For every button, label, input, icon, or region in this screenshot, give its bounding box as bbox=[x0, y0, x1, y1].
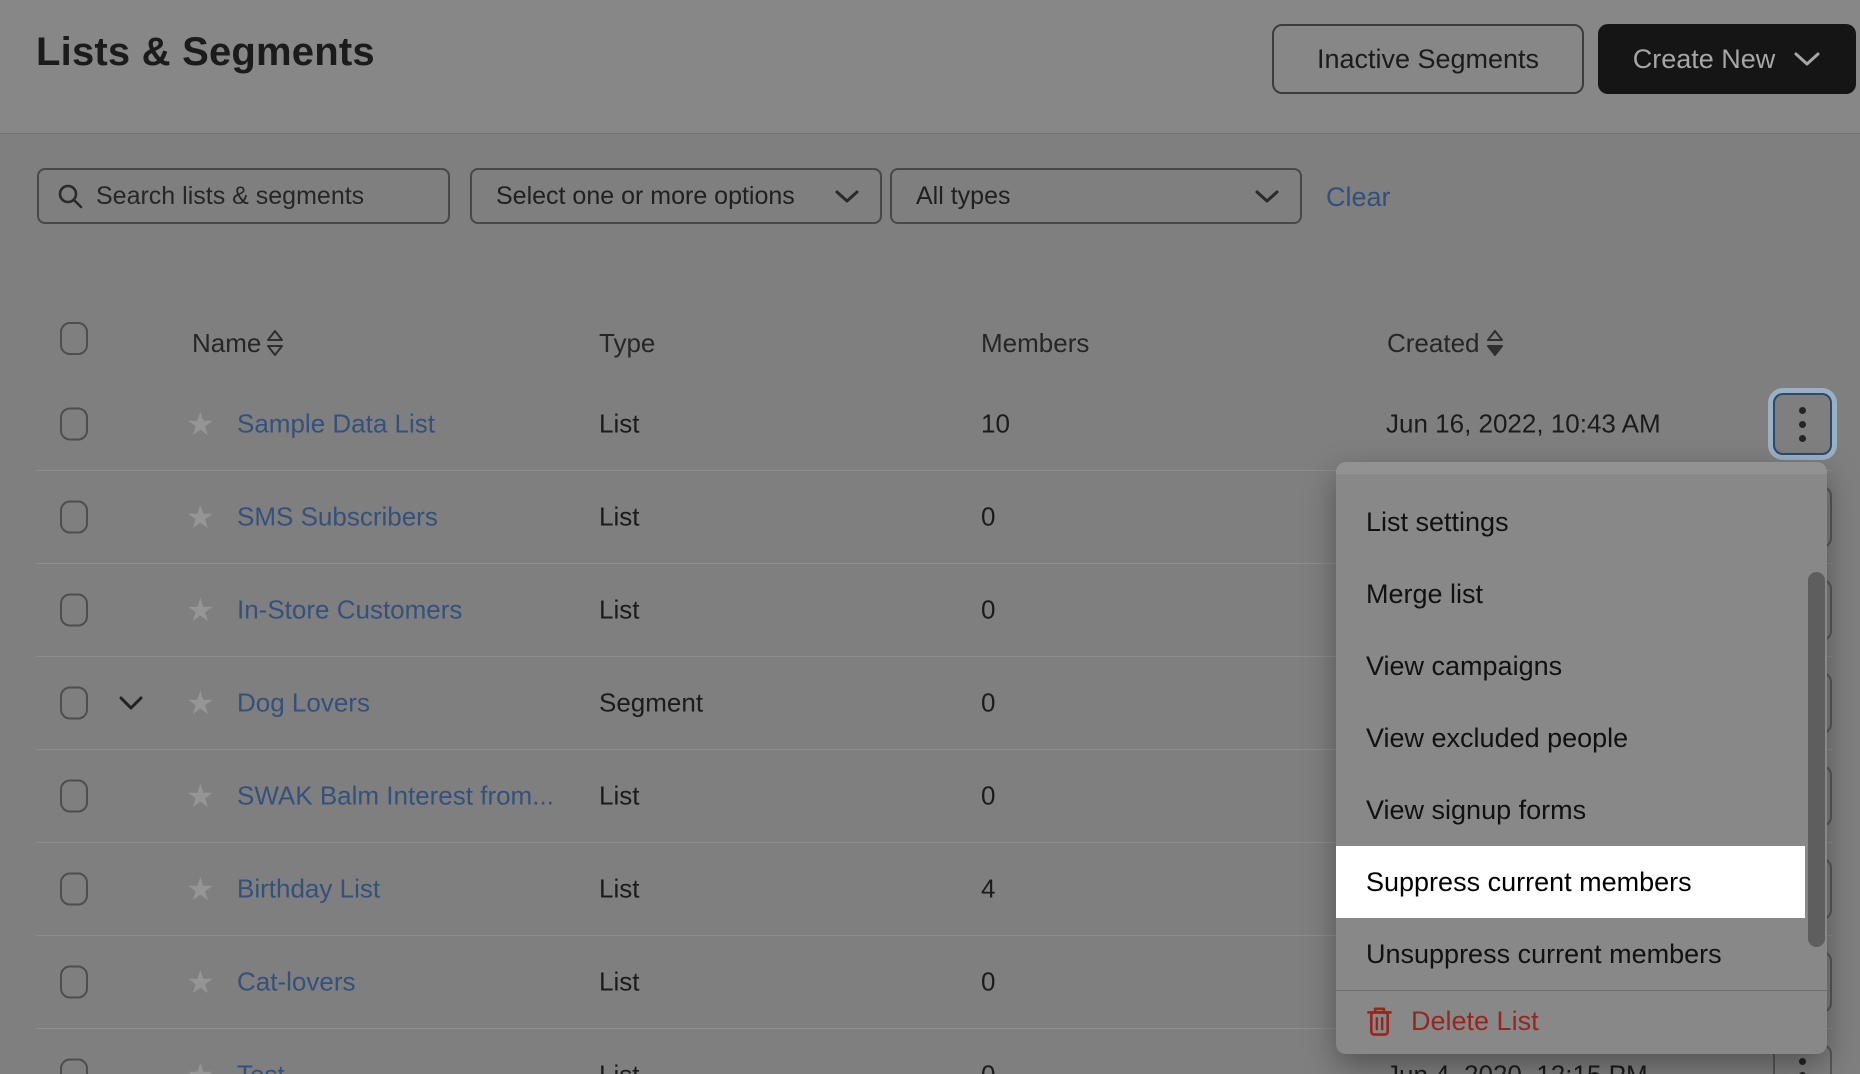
favorite-star-icon[interactable]: ★ bbox=[186, 594, 215, 626]
row-type: List bbox=[599, 502, 639, 533]
row-checkbox[interactable] bbox=[60, 594, 88, 627]
search-icon bbox=[57, 183, 84, 210]
row-members: 0 bbox=[981, 781, 995, 812]
column-header-type: Type bbox=[599, 328, 655, 359]
trash-icon bbox=[1366, 1006, 1393, 1037]
context-menu-item[interactable]: Suppress current members bbox=[1336, 846, 1805, 918]
row-type: List bbox=[599, 1060, 639, 1074]
row-type: List bbox=[599, 595, 639, 626]
column-header-name[interactable]: Name bbox=[192, 328, 261, 359]
favorite-star-icon[interactable]: ★ bbox=[186, 408, 215, 440]
row-name-link[interactable]: Dog Lovers bbox=[237, 688, 370, 719]
chevron-down-icon bbox=[1254, 189, 1280, 204]
favorite-star-icon[interactable]: ★ bbox=[186, 966, 215, 998]
context-menu-item[interactable]: View campaigns bbox=[1336, 630, 1827, 702]
column-header-created[interactable]: Created bbox=[1387, 328, 1480, 359]
row-name-link[interactable]: SWAK Balm Interest from... bbox=[237, 781, 554, 812]
select-all-checkbox[interactable] bbox=[60, 322, 88, 355]
tags-filter-dropdown[interactable]: Select one or more options bbox=[470, 168, 882, 224]
row-actions-context-menu: List settingsMerge listView campaignsVie… bbox=[1336, 462, 1827, 1054]
row-type: Segment bbox=[599, 688, 703, 719]
kebab-dot bbox=[1799, 435, 1806, 442]
column-header-members: Members bbox=[981, 328, 1089, 359]
row-type: List bbox=[599, 967, 639, 998]
type-filter-value: All types bbox=[916, 182, 1010, 211]
search-input[interactable] bbox=[96, 182, 436, 211]
row-type: List bbox=[599, 781, 639, 812]
row-created: Jun 16, 2022, 10:43 AM bbox=[1386, 409, 1661, 440]
row-checkbox[interactable] bbox=[60, 687, 88, 720]
context-menu-item[interactable]: Unsuppress current members bbox=[1336, 918, 1827, 990]
row-name-link[interactable]: Test bbox=[237, 1060, 285, 1074]
chevron-down-icon bbox=[834, 189, 860, 204]
context-menu-item[interactable]: View excluded people bbox=[1336, 702, 1827, 774]
row-checkbox[interactable] bbox=[60, 501, 88, 534]
search-input-container[interactable] bbox=[37, 168, 450, 224]
create-new-label: Create New bbox=[1633, 44, 1776, 75]
row-name-link[interactable]: Birthday List bbox=[237, 874, 380, 905]
row-members: 0 bbox=[981, 967, 995, 998]
inactive-segments-label: Inactive Segments bbox=[1317, 44, 1539, 75]
context-menu-item[interactable]: Merge list bbox=[1336, 558, 1827, 630]
row-type: List bbox=[599, 409, 639, 440]
create-new-button[interactable]: Create New bbox=[1598, 24, 1856, 94]
chevron-down-icon bbox=[1793, 51, 1821, 67]
context-menu-item[interactable]: List settings bbox=[1336, 486, 1827, 558]
row-members: 10 bbox=[981, 409, 1010, 440]
row-members: 4 bbox=[981, 874, 995, 905]
row-name-link[interactable]: SMS Subscribers bbox=[237, 502, 438, 533]
row-members: 0 bbox=[981, 595, 995, 626]
row-checkbox[interactable] bbox=[60, 1059, 88, 1074]
row-members: 0 bbox=[981, 688, 995, 719]
row-type: List bbox=[599, 874, 639, 905]
menu-scrollbar-thumb[interactable] bbox=[1808, 572, 1825, 947]
page-title: Lists & Segments bbox=[36, 30, 375, 75]
type-filter-dropdown[interactable]: All types bbox=[890, 168, 1302, 224]
expand-chevron-down-icon[interactable] bbox=[118, 695, 144, 711]
inactive-segments-button[interactable]: Inactive Segments bbox=[1272, 24, 1584, 94]
delete-list-menu-item[interactable]: Delete List bbox=[1336, 991, 1827, 1052]
favorite-star-icon[interactable]: ★ bbox=[186, 780, 215, 812]
clear-filters-link[interactable]: Clear bbox=[1326, 182, 1391, 213]
kebab-dot bbox=[1799, 421, 1806, 428]
row-checkbox[interactable] bbox=[60, 873, 88, 906]
kebab-dot bbox=[1799, 1058, 1806, 1065]
favorite-star-icon[interactable]: ★ bbox=[186, 1059, 215, 1074]
row-checkbox[interactable] bbox=[60, 780, 88, 813]
context-menu-items: List settingsMerge listView campaignsVie… bbox=[1336, 486, 1827, 990]
row-members: 0 bbox=[981, 1060, 995, 1074]
row-actions-kebab-button[interactable] bbox=[1773, 393, 1832, 455]
kebab-dot bbox=[1799, 407, 1806, 414]
lists-and-segments-page: Lists & Segments Inactive Segments Creat… bbox=[0, 0, 1860, 1074]
context-menu-item[interactable]: View signup forms bbox=[1336, 774, 1827, 846]
tags-filter-value: Select one or more options bbox=[496, 182, 795, 211]
table-row: ★ Sample Data List List 10 Jun 16, 2022,… bbox=[36, 378, 1832, 471]
row-name-link[interactable]: Cat-lovers bbox=[237, 967, 355, 998]
favorite-star-icon[interactable]: ★ bbox=[186, 873, 215, 905]
row-name-link[interactable]: In-Store Customers bbox=[237, 595, 462, 626]
row-checkbox[interactable] bbox=[60, 966, 88, 999]
row-checkbox[interactable] bbox=[60, 408, 88, 441]
sort-icon-name[interactable] bbox=[266, 329, 284, 357]
row-name-link[interactable]: Sample Data List bbox=[237, 409, 435, 440]
row-members: 0 bbox=[981, 502, 995, 533]
row-created: Jun 4, 2020, 12:15 PM bbox=[1386, 1060, 1648, 1074]
sort-icon-created-desc[interactable] bbox=[1486, 329, 1504, 357]
favorite-star-icon[interactable]: ★ bbox=[186, 501, 215, 533]
favorite-star-icon[interactable]: ★ bbox=[186, 687, 215, 719]
delete-list-label: Delete List bbox=[1411, 1006, 1539, 1037]
